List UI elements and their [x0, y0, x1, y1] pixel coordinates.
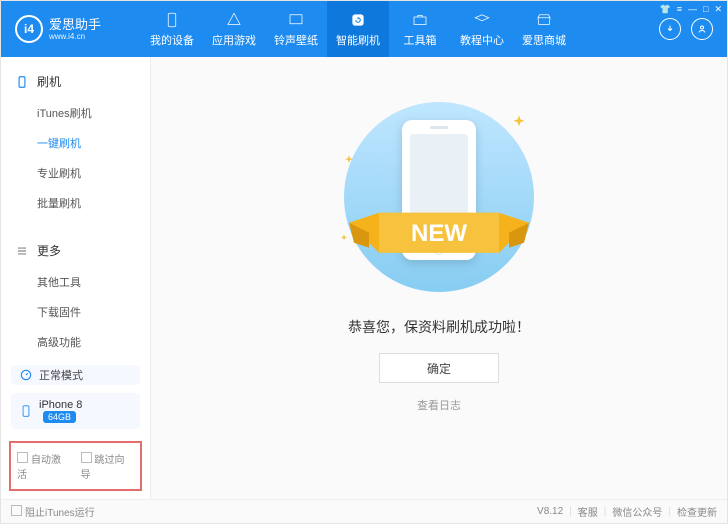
sidebar-head-more[interactable]: 更多 [1, 234, 150, 267]
app-url: www.i4.cn [49, 32, 101, 41]
sidebar-item-pro[interactable]: 专业刷机 [1, 158, 150, 188]
sparkle-icon [512, 115, 526, 129]
tab-my-device[interactable]: 我的设备 [141, 1, 203, 57]
minimize-icon[interactable]: — [688, 4, 697, 15]
version-label: V8.12 [537, 506, 563, 517]
dial-icon [19, 368, 33, 382]
app-header: 👕 ≡ — □ ✕ i4 爱思助手 www.i4.cn 我的设备 应用游戏 [1, 1, 727, 57]
list-icon [15, 244, 29, 258]
wardrobe-icon[interactable]: 👕 [660, 4, 671, 15]
window-controls: 👕 ≡ — □ ✕ [660, 4, 722, 15]
sidebar-item-other[interactable]: 其他工具 [1, 267, 150, 297]
sidebar-head-label: 刷机 [37, 73, 61, 90]
block-itunes-checkbox[interactable]: 阻止iTunes运行 [11, 504, 95, 519]
tab-label: 教程中心 [460, 32, 504, 48]
tab-label: 应用游戏 [212, 32, 256, 48]
sidebar-item-advanced[interactable]: 高级功能 [1, 327, 150, 357]
storage-badge: 64GB [43, 411, 76, 423]
support-link[interactable]: 客服 [578, 504, 598, 519]
mode-label: 正常模式 [39, 367, 83, 383]
image-icon [287, 11, 305, 29]
auto-options-row: 自动激活 跳过向导 [9, 441, 142, 491]
logo: i4 爱思助手 www.i4.cn [1, 15, 141, 43]
sidebar-item-download[interactable]: 下载固件 [1, 297, 150, 327]
maximize-icon[interactable]: □ [703, 4, 708, 15]
phone-icon [19, 402, 33, 420]
tab-label: 爱思商城 [522, 32, 566, 48]
update-link[interactable]: 检查更新 [677, 504, 717, 519]
device-pill[interactable]: iPhone 8 64GB [11, 393, 140, 429]
tab-apps[interactable]: 应用游戏 [203, 1, 265, 57]
download-icon[interactable] [659, 18, 681, 40]
tab-label: 我的设备 [150, 32, 194, 48]
tab-toolbox[interactable]: 工具箱 [389, 1, 451, 57]
success-message: 恭喜您，保资料刷机成功啦！ [348, 317, 530, 337]
header-right-icons [659, 18, 727, 40]
menu-icon[interactable]: ≡ [677, 4, 682, 15]
wechat-link[interactable]: 微信公众号 [612, 504, 662, 519]
hero-illustration: NEW [304, 97, 574, 297]
mode-pill[interactable]: 正常模式 [11, 365, 140, 385]
tab-tutorials[interactable]: 教程中心 [451, 1, 513, 57]
sidebar-head-label: 更多 [37, 242, 61, 259]
sidebar: 刷机 iTunes刷机 一键刷机 专业刷机 批量刷机 更多 其他工具 下载固件 … [1, 57, 151, 499]
app-name: 爱思助手 [49, 17, 101, 33]
store-icon [535, 11, 553, 29]
refresh-icon [349, 11, 367, 29]
sparkle-icon [344, 152, 354, 162]
skip-wizard-checkbox[interactable]: 跳过向导 [81, 451, 135, 481]
sidebar-head-flash[interactable]: 刷机 [1, 65, 150, 98]
main-content: NEW 恭喜您，保资料刷机成功啦！ 确定 查看日志 [151, 57, 727, 499]
user-icon[interactable] [691, 18, 713, 40]
phone-icon [163, 11, 181, 29]
checkbox-label: 阻止iTunes运行 [25, 508, 95, 519]
sidebar-item-itunes[interactable]: iTunes刷机 [1, 98, 150, 128]
ok-button[interactable]: 确定 [379, 353, 499, 383]
auto-activate-checkbox[interactable]: 自动激活 [17, 451, 71, 481]
briefcase-icon [411, 11, 429, 29]
tab-ringtones[interactable]: 铃声壁纸 [265, 1, 327, 57]
logo-icon: i4 [15, 15, 43, 43]
close-icon[interactable]: ✕ [714, 4, 722, 15]
device-name: iPhone 8 [39, 399, 82, 411]
tab-store[interactable]: 爱思商城 [513, 1, 575, 57]
sidebar-item-oneclick[interactable]: 一键刷机 [1, 128, 150, 158]
top-tabs: 我的设备 应用游戏 铃声壁纸 智能刷机 工具箱 教程中心 [141, 1, 659, 57]
tab-label: 工具箱 [404, 32, 437, 48]
tab-label: 智能刷机 [336, 32, 380, 48]
graduation-icon [473, 11, 491, 29]
view-log-link[interactable]: 查看日志 [417, 397, 461, 413]
ribbon-new: NEW [339, 193, 539, 278]
tab-flash[interactable]: 智能刷机 [327, 1, 389, 57]
footer: 阻止iTunes运行 V8.12 | 客服 | 微信公众号 | 检查更新 [1, 499, 727, 523]
appstore-icon [225, 11, 243, 29]
sidebar-item-batch[interactable]: 批量刷机 [1, 188, 150, 218]
tab-label: 铃声壁纸 [274, 32, 318, 48]
svg-text:NEW: NEW [411, 220, 467, 247]
phone-icon [15, 75, 29, 89]
